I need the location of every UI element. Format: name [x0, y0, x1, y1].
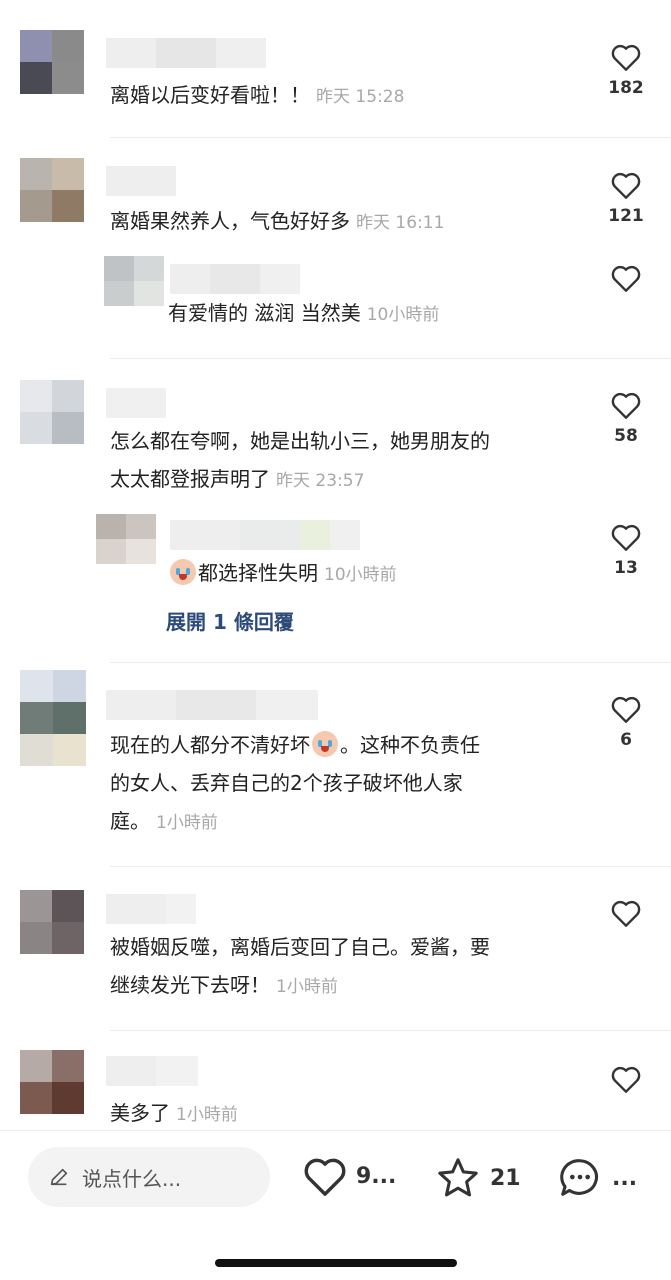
comment-time: 昨天 23:57	[276, 471, 365, 491]
like-count: 13	[614, 558, 638, 578]
avatar[interactable]	[20, 670, 86, 766]
divider	[110, 1030, 671, 1031]
like-button[interactable]: 182	[601, 42, 651, 98]
heart-icon	[611, 524, 641, 551]
bottom-action-bar: 说点什么... 9... 21 ...	[0, 1130, 671, 1280]
username-blurred[interactable]	[106, 388, 166, 418]
like-button[interactable]	[601, 263, 651, 293]
avatar[interactable]	[20, 890, 84, 954]
heart-icon	[611, 900, 641, 927]
heart-icon	[611, 265, 641, 292]
username-blurred[interactable]	[106, 1056, 198, 1086]
comment-button[interactable]: ...	[556, 1155, 637, 1201]
divider	[110, 358, 671, 359]
reply-text: 都选择性失明 10小時前	[168, 554, 397, 594]
comment-input-placeholder: 说点什么...	[82, 1166, 182, 1191]
comment-text: 现在的人都分不清好坏 。这种不负责任 的女人、丢弃自己的2个孩子破坏他人家 庭。 1…	[110, 731, 480, 833]
username-blurred[interactable]	[106, 690, 318, 720]
like-post-button[interactable]: 9...	[302, 1155, 396, 1197]
like-button[interactable]: 6	[601, 694, 651, 750]
comment-text: 被婚姻反噬，离婚后变回了自己。爱酱，要 继续发光下去呀！ 1小時前	[110, 935, 490, 997]
heart-icon	[611, 172, 641, 199]
comment-input[interactable]: 说点什么...	[28, 1147, 270, 1207]
username-blurred[interactable]	[170, 264, 300, 294]
crying-emoji-icon	[312, 731, 338, 757]
divider	[110, 866, 671, 867]
favorite-button[interactable]: 21	[434, 1155, 521, 1201]
like-count: 121	[608, 206, 644, 226]
like-button[interactable]: 13	[601, 522, 651, 578]
avatar[interactable]	[20, 380, 84, 444]
like-button[interactable]: 121	[601, 170, 651, 226]
comment-time: 1小時前	[276, 977, 338, 997]
username-blurred[interactable]	[170, 520, 360, 550]
comment-text: 美多了 1小時前	[110, 1101, 238, 1125]
heart-icon	[611, 1066, 641, 1093]
like-count: 6	[620, 730, 632, 750]
home-indicator	[215, 1259, 457, 1267]
avatar[interactable]	[20, 158, 84, 222]
username-blurred[interactable]	[106, 166, 176, 196]
avatar[interactable]	[20, 30, 84, 94]
like-count: 182	[608, 78, 644, 98]
comment-text: 怎么都在夸啊，她是出轨小三，她男朋友的 太太都登报声明了 昨天 23:57	[110, 429, 490, 491]
comment-bubble-icon	[560, 1159, 598, 1196]
divider	[110, 137, 671, 138]
reply-text: 有爱情的 滋润 当然美 10小時前	[168, 301, 440, 325]
like-post-count: 9...	[356, 1163, 397, 1189]
heart-icon	[611, 44, 641, 71]
divider	[110, 662, 671, 663]
comment-time: 10小時前	[366, 305, 440, 325]
username-blurred[interactable]	[106, 894, 196, 924]
comment-time: 昨天 15:28	[316, 87, 405, 107]
avatar[interactable]	[20, 1050, 84, 1114]
avatar[interactable]	[96, 514, 156, 564]
like-button[interactable]	[601, 898, 651, 928]
star-icon	[438, 1158, 478, 1197]
comment-count: ...	[612, 1165, 638, 1191]
like-button[interactable]: 58	[601, 390, 651, 446]
comment-time: 10小時前	[324, 565, 397, 585]
comment-text: 离婚以后变好看啦！！ 昨天 15:28	[110, 83, 405, 107]
avatar[interactable]	[104, 256, 164, 306]
crying-emoji-icon	[170, 559, 196, 585]
heart-icon	[611, 696, 641, 723]
like-button[interactable]	[601, 1064, 651, 1094]
favorite-count: 21	[490, 1165, 521, 1191]
comment-time: 昨天 16:11	[356, 213, 445, 233]
comment-time: 1小時前	[176, 1105, 238, 1125]
like-count: 58	[614, 426, 638, 446]
heart-icon	[304, 1158, 346, 1196]
pencil-icon	[50, 1168, 68, 1186]
comment-text: 离婚果然养人，气色好好多 昨天 16:11	[110, 209, 445, 233]
expand-replies-link[interactable]: 展開 1 條回覆	[166, 606, 294, 635]
comment-time: 1小時前	[156, 813, 218, 833]
heart-icon	[611, 392, 641, 419]
username-blurred[interactable]	[106, 38, 266, 68]
